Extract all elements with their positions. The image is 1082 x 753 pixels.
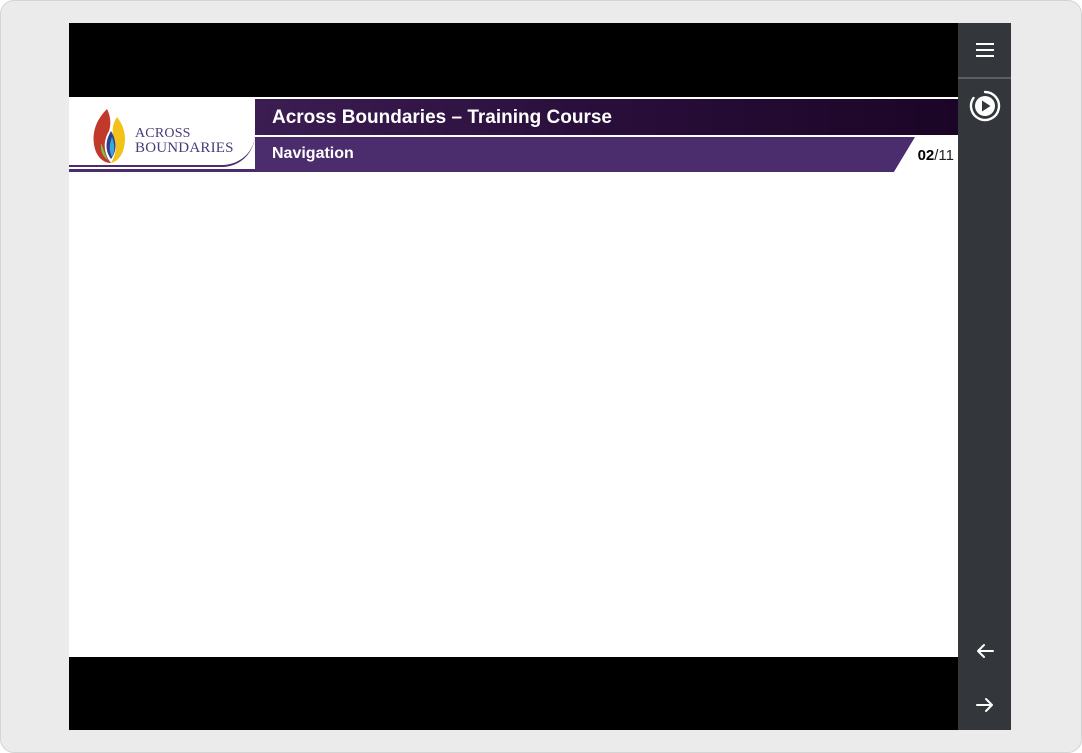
menu-button[interactable] [958, 23, 1011, 77]
logo-text: ACROSS BOUNDARIES [135, 126, 234, 156]
section-title: Navigation [272, 145, 354, 162]
logo-underline [69, 169, 255, 172]
menu-icon [975, 43, 994, 57]
course-logo: ACROSS BOUNDARIES [69, 101, 255, 167]
page-total: 11 [938, 147, 954, 164]
flame-logo-icon [93, 109, 125, 163]
logo-line-1: ACROSS [135, 126, 191, 141]
next-button[interactable] [958, 687, 1011, 723]
arrow-left-icon [976, 644, 994, 658]
slide-content: ACROSS BOUNDARIES Across Boundaries – Tr… [69, 97, 958, 657]
player-sidebar [958, 23, 1011, 730]
page-counter: 02/11 [918, 147, 954, 164]
section-bar: Navigation [255, 137, 915, 172]
sidebar-divider [958, 77, 1011, 79]
slide-stage: ACROSS BOUNDARIES Across Boundaries – Tr… [69, 23, 958, 730]
page-current: 02 [917, 147, 935, 164]
logo-line-2: BOUNDARIES [135, 140, 234, 156]
player-frame: ACROSS BOUNDARIES Across Boundaries – Tr… [0, 0, 1082, 753]
arrow-right-icon [975, 698, 993, 712]
play-icon [969, 90, 1000, 122]
play-button[interactable] [958, 87, 1011, 125]
previous-button[interactable] [958, 633, 1011, 669]
course-title: Across Boundaries – Training Course [272, 107, 612, 128]
title-bar: Across Boundaries – Training Course [255, 99, 958, 137]
